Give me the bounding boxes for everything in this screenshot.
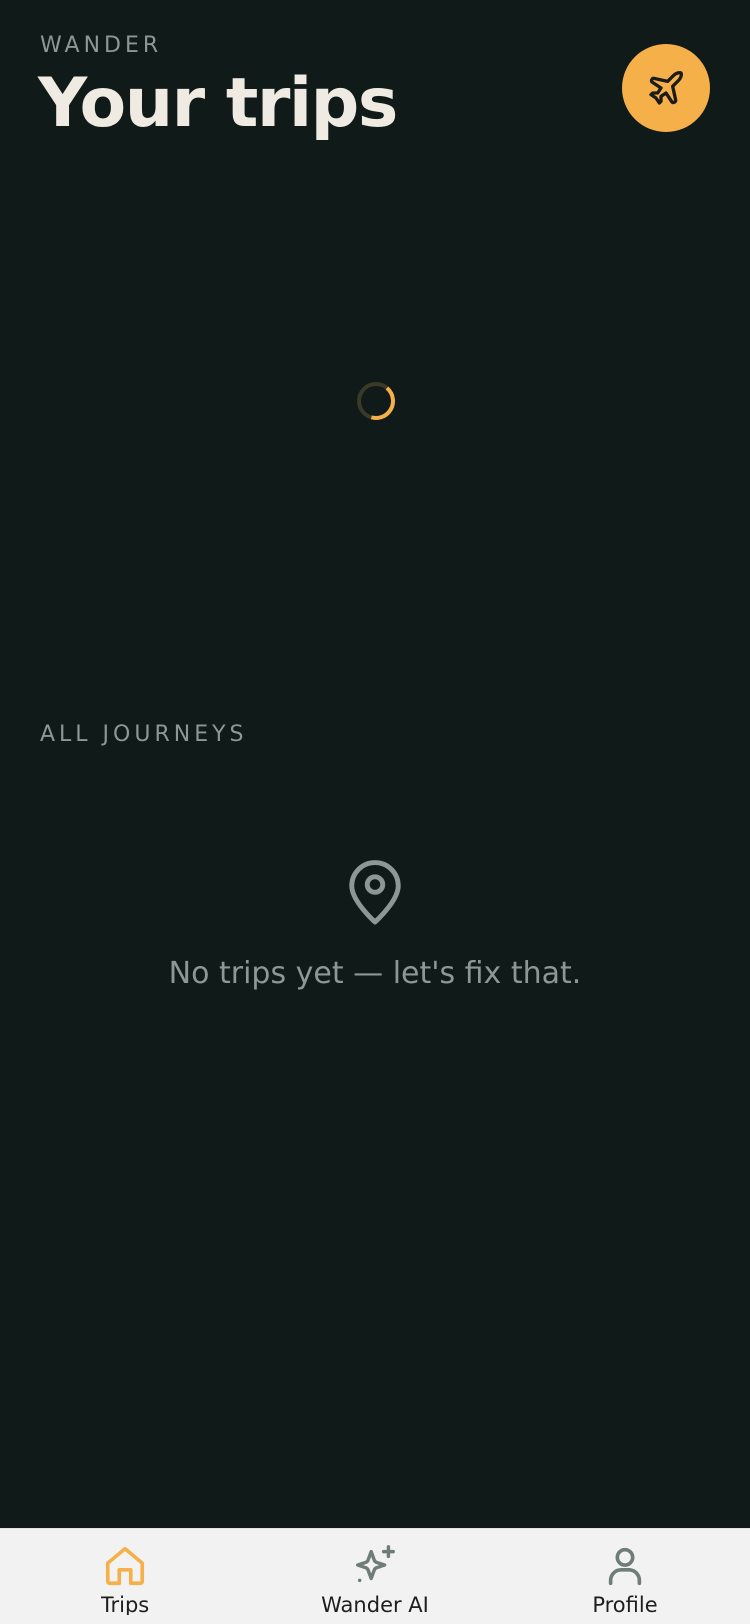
sparkles-icon <box>356 1545 395 1583</box>
map-pin-icon <box>349 860 401 925</box>
tab-wander-ai[interactable]: Wander AI <box>250 1529 500 1624</box>
empty-state-message: No trips yet — let's fix that. <box>168 956 582 991</box>
tab-profile-label: Profile <box>592 1593 658 1615</box>
page-title: Your trips <box>38 64 398 143</box>
brand-label: WANDER <box>40 33 163 58</box>
trips-screen: WANDER Your trips ALL JOURNEYS No trips … <box>0 0 750 1624</box>
airplane-icon <box>649 71 683 105</box>
tab-bar: Trips Wander AI Profile <box>0 1528 750 1624</box>
tab-trips-label: Trips <box>100 1593 150 1615</box>
tab-profile[interactable]: Profile <box>500 1529 750 1624</box>
section-label: ALL JOURNEYS <box>40 722 248 747</box>
loading-spinner <box>357 382 395 420</box>
new-trip-button[interactable] <box>622 44 710 132</box>
user-icon <box>608 1547 642 1586</box>
tab-trips[interactable]: Trips <box>0 1529 250 1624</box>
tab-wander-ai-label: Wander AI <box>321 1593 429 1615</box>
home-icon <box>105 1546 145 1586</box>
